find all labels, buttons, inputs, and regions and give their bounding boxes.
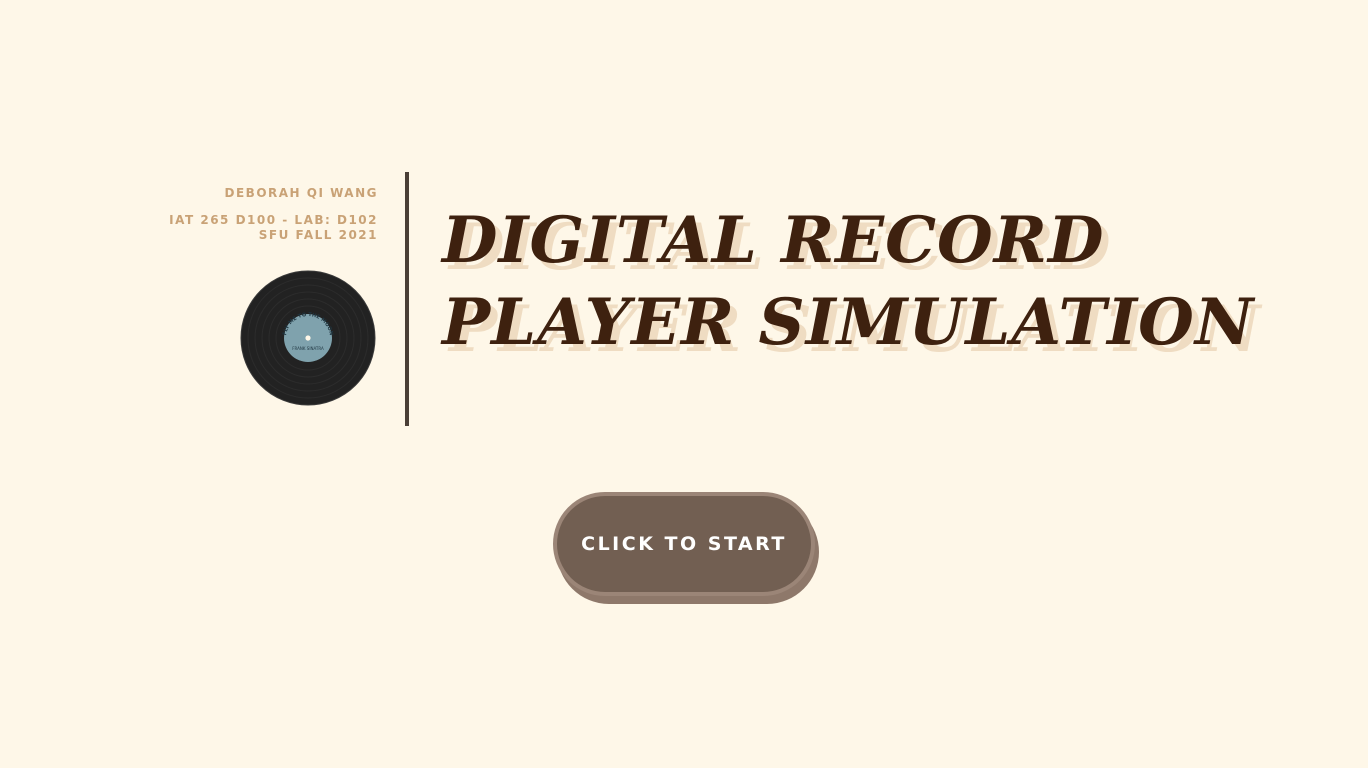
start-button[interactable]: CLICK TO START	[553, 492, 815, 596]
start-screen: DEBORAH QI WANG IAT 265 D100 - LAB: D102…	[0, 0, 1368, 768]
vinyl-record-icon: FLY ME TO THE MOON FRANK SINATRA	[240, 270, 376, 406]
start-button-label: CLICK TO START	[581, 533, 787, 555]
title-line-1: DIGITAL RECORD	[442, 203, 1105, 278]
page-title: DIGITAL RECORD PLAYER SIMULATION	[442, 200, 1254, 364]
credits-block: DEBORAH QI WANG IAT 265 D100 - LAB: D102…	[169, 186, 378, 243]
term-info: SFU FALL 2021	[258, 228, 378, 242]
title-line-2: PLAYER SIMULATION	[442, 285, 1255, 360]
record-spindle-hole	[305, 335, 311, 341]
course-info: IAT 265 D100 - LAB: D102	[169, 213, 378, 227]
author-name: DEBORAH QI WANG	[224, 186, 378, 200]
vertical-divider	[405, 172, 409, 426]
record-label-artist: FRANK SINATRA	[292, 346, 324, 351]
